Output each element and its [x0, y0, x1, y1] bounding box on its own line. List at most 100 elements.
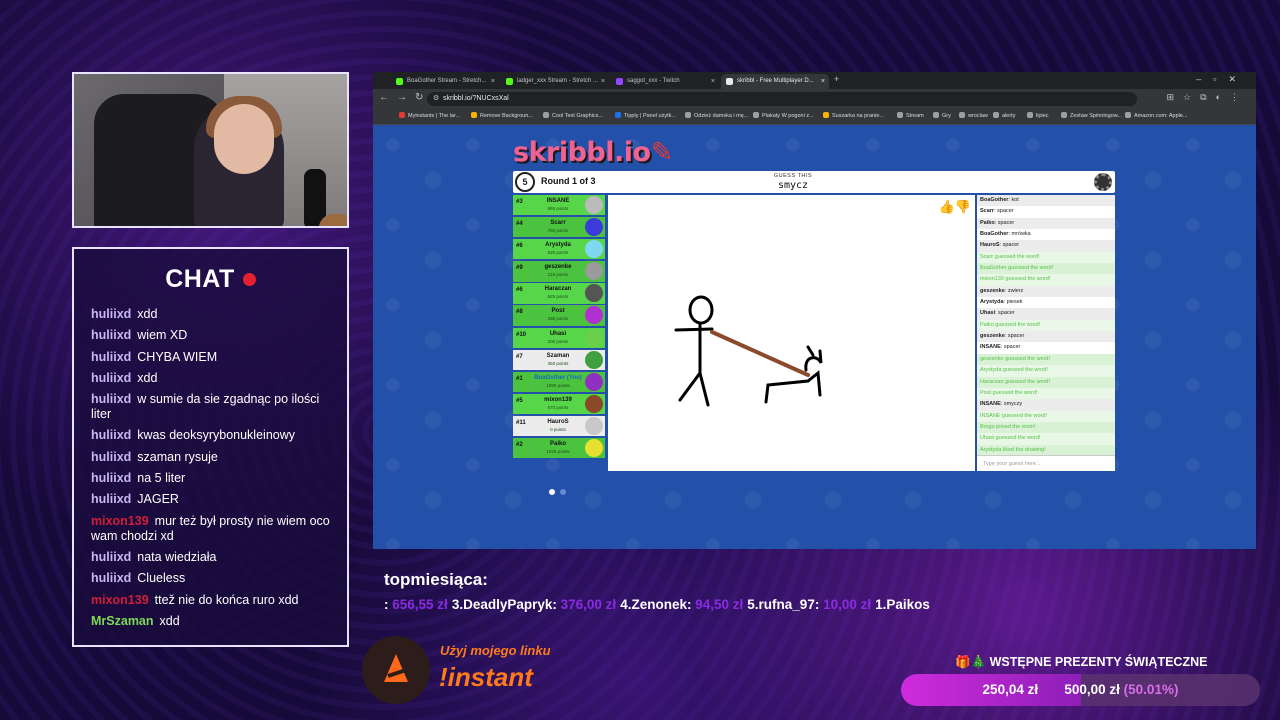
- player-row[interactable]: #6 Haraczan 625 points: [513, 283, 605, 304]
- carousel-dots[interactable]: [549, 482, 571, 500]
- player-name: INSANE: [546, 198, 570, 204]
- player-row[interactable]: #2 Paiko 1025 points: [513, 438, 605, 459]
- chat-username: huliixd: [91, 571, 132, 586]
- game-chat-message: Arystyda guessed the word!: [977, 365, 1115, 377]
- player-points: 335 points: [547, 316, 569, 322]
- player-row[interactable]: #5 mixon139 670 points: [513, 393, 605, 415]
- drawing-dog-head: [804, 345, 823, 372]
- bookmark-item[interactable]: Cool Text Graphics...: [543, 112, 603, 119]
- bookmark-item[interactable]: alerty: [993, 112, 1015, 119]
- bookmark-item[interactable]: Remove Backgroun...: [471, 112, 533, 119]
- url-field[interactable]: ⚙ skribbl.io/?NUCxsXal: [427, 92, 1137, 106]
- bookmark-item[interactable]: Gry: [933, 112, 951, 119]
- bookmark-item[interactable]: Amazon.com: Apple...: [1125, 112, 1188, 119]
- chat-message-text: na 5 liter: [137, 471, 186, 486]
- game-chat-message: BoaGother guessed the word!: [977, 263, 1115, 275]
- game-chat-text: BoaGother guessed the word!: [980, 265, 1054, 272]
- player-row[interactable]: #7 Szaman 450 points: [513, 349, 605, 370]
- player-points: 450 points: [547, 360, 569, 366]
- logo-text: skribbl.io: [513, 137, 651, 168]
- chat-username: huliixd: [91, 349, 132, 364]
- player-row[interactable]: #10 Uhasi 200 points: [513, 327, 605, 348]
- game-chat-username: HauroS: [980, 242, 1000, 249]
- player-name: Scarr: [550, 220, 566, 227]
- bookmark-icon: [543, 112, 549, 118]
- settings-gear-icon[interactable]: [1094, 173, 1112, 191]
- player-avatar-icon: [585, 350, 603, 369]
- bookmark-item[interactable]: Myinstants | The lar...: [399, 112, 460, 119]
- extension-icons[interactable]: ⊞☆⧉◐⋮: [1167, 92, 1248, 103]
- player-row[interactable]: #4 Scarr 780 points: [513, 217, 605, 238]
- bookmark-icon: [615, 112, 621, 118]
- bookmark-item[interactable]: Plakaty W pogoni z...: [753, 112, 814, 119]
- guess-input[interactable]: Type your guess here...: [977, 455, 1115, 471]
- player-row[interactable]: #3 INSANE 965 points: [513, 195, 605, 216]
- chat-message-text: szaman rysuje: [137, 449, 218, 464]
- player-row[interactable]: #8 Post 335 points: [513, 305, 605, 326]
- game-chat-username: Uhasi: [980, 310, 995, 317]
- browser-tab[interactable]: BoaGother Stream - Stretch... ×: [391, 74, 499, 89]
- browser-window: BoaGother Stream - Stretch... × ladger_xxx…: [373, 72, 1256, 549]
- player-row[interactable]: #1 BoaGother (You) 1090 points: [513, 371, 605, 393]
- player-avatar-icon: [585, 262, 603, 281]
- chat-message: huliixd kwas deoksyrybonukleinowy: [91, 428, 341, 443]
- window-controls[interactable]: –▫✕: [1196, 74, 1248, 85]
- player-rank: #5: [516, 397, 523, 404]
- browser-tab[interactable]: skribbl - Free Multiplayer D... ×: [721, 74, 829, 89]
- game-chat-text: zwierz: [1007, 287, 1024, 294]
- tab-close-icon[interactable]: ×: [601, 74, 605, 89]
- tab-close-icon[interactable]: ×: [491, 74, 495, 89]
- game-chat-text: Post guessed the word!: [980, 389, 1038, 396]
- bookmark-item[interactable]: Zestaw Spinningow...: [1061, 112, 1122, 119]
- player-name: Haraczan: [544, 286, 572, 293]
- chat-message: huliixd xdd: [91, 371, 341, 386]
- bookmark-icon: [823, 112, 829, 118]
- bookmark-item[interactable]: Tipply | Panel użytk...: [615, 112, 676, 119]
- player-avatar-icon: [585, 328, 603, 347]
- site-info-icon[interactable]: ⚙: [433, 92, 439, 106]
- bookmark-item[interactable]: wroclaw: [959, 112, 988, 119]
- chat-message: huliixd w sumie da sie zgadnąc po ilości …: [91, 392, 341, 422]
- player-row[interactable]: #9 geszenke 215 points: [513, 261, 605, 282]
- drawing-arms: [674, 327, 714, 332]
- tab-close-icon[interactable]: ×: [821, 74, 825, 89]
- player-name: Paiko: [549, 441, 566, 448]
- player-rank: #1: [516, 375, 523, 382]
- chat-message-text: kwas deoksyrybonukleinowy: [137, 428, 295, 443]
- donation-goal-title: 🎁🎄 WSTĘPNE PREZENTY ŚWIĄTECZNE: [955, 655, 1208, 669]
- player-avatar-icon: [585, 240, 603, 259]
- bookmark-item[interactable]: Suszarka na pranie...: [823, 112, 884, 119]
- leader-rank: 5.: [747, 597, 759, 612]
- player-rank: #9: [516, 265, 523, 272]
- drawing-canvas[interactable]: 👍👎: [608, 195, 975, 471]
- chat-username: MrSzaman: [91, 613, 154, 628]
- chat-message: huliixd na 5 liter: [91, 471, 341, 486]
- player-row[interactable]: #6 Arystyda 625 points: [513, 239, 605, 260]
- game-top-bar: 5 Round 1 of 3 GUESS THIS smycz: [513, 171, 1115, 193]
- tab-close-icon[interactable]: ×: [711, 74, 715, 89]
- game-chat-username: BoaGother: [980, 197, 1009, 203]
- donation-goal-bar: 250,04 zł 500,00 zł (50.01%): [901, 674, 1260, 706]
- browser-tab[interactable]: saggot_xxx - Twitch ×: [611, 74, 719, 89]
- bookmark-item[interactable]: Stream: [897, 112, 924, 119]
- player-rank: #6: [516, 287, 523, 294]
- chat-username: huliixd: [91, 471, 132, 486]
- player-row[interactable]: #11 HauroS 0 points: [513, 415, 605, 437]
- bookmark-label: Cool Text Graphics...: [552, 113, 603, 119]
- chat-username: huliixd: [91, 449, 132, 464]
- bookmark-icon: [753, 112, 759, 118]
- bookmark-item[interactable]: lipiec: [1027, 112, 1049, 119]
- drawing-head: [688, 295, 714, 325]
- game-chat-message: Haraczan guessed the word!: [977, 376, 1115, 388]
- tab-favicon-icon: [506, 78, 513, 85]
- game-chat-message: Borgo joined the room!: [977, 421, 1115, 434]
- game-chat-text: Haraczan guessed the word!: [980, 378, 1051, 385]
- chat-username: huliixd: [91, 370, 132, 385]
- new-tab-button[interactable]: +: [834, 74, 839, 84]
- player-avatar-icon: [585, 218, 603, 237]
- game-chat-text: Arystyda liked the drawing!: [980, 446, 1046, 453]
- chat-message: huliixd Clueless: [91, 571, 341, 586]
- player-list: #3 INSANE 965 points #4 Scarr 780 points #6 Ary…: [513, 195, 605, 460]
- browser-tab[interactable]: ladger_xxx Stream - Stretch ... ×: [501, 74, 609, 89]
- bookmark-item[interactable]: Odzież damska i mę...: [685, 112, 748, 119]
